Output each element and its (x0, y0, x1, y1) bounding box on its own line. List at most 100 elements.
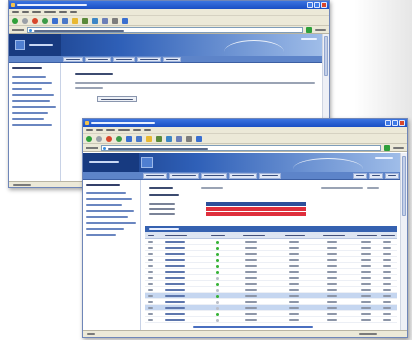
print-icon[interactable] (186, 135, 192, 142)
sidebar-link[interactable] (86, 198, 132, 200)
back-icon[interactable] (86, 135, 92, 142)
menu-item[interactable] (144, 129, 151, 131)
nav-tab[interactable] (353, 173, 367, 179)
sidebar-link[interactable] (86, 210, 134, 212)
forward-icon[interactable] (96, 135, 102, 142)
menu-item[interactable] (86, 129, 93, 131)
sidebar-link[interactable] (86, 216, 128, 218)
sidebar-link[interactable] (12, 88, 42, 90)
menu-item[interactable] (32, 11, 41, 13)
sidebar-link[interactable] (12, 106, 56, 108)
title-bar[interactable] (83, 119, 407, 127)
nav-tab[interactable] (201, 173, 227, 179)
back-icon[interactable] (12, 17, 18, 24)
scroll-thumb[interactable] (324, 36, 328, 76)
search-icon[interactable] (136, 135, 142, 142)
maximize-icon[interactable] (314, 2, 320, 8)
nav-tab[interactable] (85, 57, 111, 62)
sidebar-link[interactable] (12, 118, 44, 120)
sidebar-link[interactable] (86, 204, 122, 206)
go-icon[interactable] (306, 27, 312, 33)
table-row[interactable] (145, 317, 397, 323)
links-label[interactable] (393, 147, 404, 149)
nav-tab[interactable] (113, 57, 135, 62)
browser-window-front[interactable] (82, 118, 408, 338)
nav-tab[interactable] (229, 173, 257, 179)
media-icon[interactable] (156, 135, 162, 142)
nav-tab[interactable] (385, 173, 399, 179)
sidebar-link[interactable] (12, 124, 52, 126)
maximize-icon[interactable] (392, 120, 398, 126)
sidebar-link[interactable] (12, 100, 50, 102)
go-icon[interactable] (384, 145, 390, 151)
close-icon[interactable] (321, 2, 327, 8)
sidebar-link[interactable] (12, 76, 46, 78)
table-cell (289, 253, 299, 255)
action-button[interactable] (97, 96, 137, 102)
history-icon[interactable] (166, 135, 172, 142)
column-header[interactable] (148, 234, 154, 236)
column-header[interactable] (323, 234, 345, 236)
minimize-icon[interactable] (385, 120, 391, 126)
table-cell (361, 253, 371, 255)
nav-tab[interactable] (163, 57, 181, 62)
address-input[interactable] (27, 27, 303, 33)
refresh-icon[interactable] (116, 135, 122, 142)
sidebar-link[interactable] (86, 228, 124, 230)
search-icon[interactable] (62, 17, 68, 24)
forward-icon[interactable] (22, 17, 28, 24)
gauge-label (149, 208, 175, 210)
table-cell (383, 271, 391, 273)
column-header[interactable] (381, 234, 395, 236)
menu-item[interactable] (12, 11, 19, 13)
menu-item[interactable] (70, 11, 77, 13)
history-icon[interactable] (92, 17, 98, 24)
column-header[interactable] (243, 234, 265, 236)
minimize-icon[interactable] (307, 2, 313, 8)
menu-item[interactable] (22, 11, 29, 13)
edit-icon[interactable] (196, 135, 202, 142)
home-icon[interactable] (126, 135, 132, 142)
column-header[interactable] (211, 234, 225, 236)
menu-item[interactable] (133, 129, 141, 131)
sidebar-link[interactable] (86, 222, 136, 224)
sidebar-link[interactable] (12, 94, 54, 96)
column-header[interactable] (357, 234, 377, 236)
stop-icon[interactable] (106, 135, 112, 142)
favorites-icon[interactable] (146, 135, 152, 142)
stop-icon[interactable] (32, 17, 38, 24)
favorites-icon[interactable] (72, 17, 78, 24)
menu-item[interactable] (118, 129, 130, 131)
address-input[interactable] (101, 145, 381, 151)
edit-icon[interactable] (122, 17, 128, 24)
links-label[interactable] (315, 29, 326, 31)
media-icon[interactable] (82, 17, 88, 24)
menu-item[interactable] (44, 11, 56, 13)
nav-tab[interactable] (143, 173, 167, 179)
home-icon[interactable] (52, 17, 58, 24)
nav-tab[interactable] (137, 57, 161, 62)
sidebar-link[interactable] (12, 112, 48, 114)
mail-icon[interactable] (176, 135, 182, 142)
title-bar[interactable] (9, 1, 329, 9)
column-header[interactable] (285, 234, 305, 236)
scroll-thumb[interactable] (402, 156, 406, 216)
column-header[interactable] (165, 234, 187, 236)
mail-icon[interactable] (102, 17, 108, 24)
sidebar-link[interactable] (12, 82, 52, 84)
menu-item[interactable] (96, 129, 103, 131)
nav-tab[interactable] (169, 173, 199, 179)
footer-link[interactable] (193, 326, 313, 328)
print-icon[interactable] (112, 17, 118, 24)
sidebar-link[interactable] (86, 234, 116, 236)
sidebar-link[interactable] (86, 192, 126, 194)
scrollbar[interactable] (400, 153, 407, 330)
refresh-icon[interactable] (42, 17, 48, 24)
menu-item[interactable] (106, 129, 115, 131)
table-cell (361, 319, 371, 321)
nav-tab[interactable] (369, 173, 383, 179)
close-icon[interactable] (399, 120, 405, 126)
nav-tab[interactable] (259, 173, 281, 179)
menu-item[interactable] (59, 11, 67, 13)
nav-tab[interactable] (63, 57, 83, 62)
